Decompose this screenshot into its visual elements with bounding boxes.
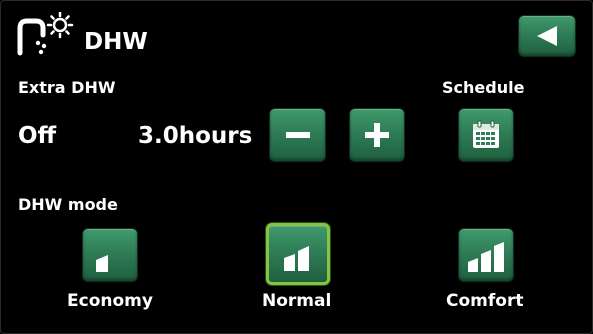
decrease-duration-button[interactable]: [269, 108, 326, 162]
mode-economy-button[interactable]: [82, 228, 138, 282]
page-title: DHW: [84, 29, 148, 55]
one-bar-icon: [90, 238, 130, 272]
schedule-label: Schedule: [442, 78, 525, 97]
mode-comfort-button[interactable]: [458, 228, 514, 282]
tap-sun-icon: [14, 11, 76, 60]
back-arrow-icon: [535, 24, 559, 48]
mode-comfort-label: Comfort: [446, 291, 524, 311]
minus-icon: [285, 122, 311, 148]
back-button[interactable]: [518, 15, 576, 57]
dhw-mode-label: DHW mode: [18, 195, 118, 214]
mode-normal-label: Normal: [262, 291, 332, 311]
mode-economy-label: Economy: [67, 291, 153, 311]
plus-icon: [364, 122, 390, 148]
increase-duration-button[interactable]: [349, 108, 405, 162]
mode-normal-button[interactable]: [266, 223, 330, 285]
extra-dhw-state: Off: [18, 123, 57, 149]
schedule-button[interactable]: [458, 108, 514, 162]
two-bars-icon: [278, 237, 318, 271]
extra-dhw-label: Extra DHW: [18, 78, 116, 97]
calendar-icon: [470, 119, 502, 151]
three-bars-icon: [465, 238, 507, 272]
extra-dhw-duration: 3.0hours: [138, 123, 253, 149]
